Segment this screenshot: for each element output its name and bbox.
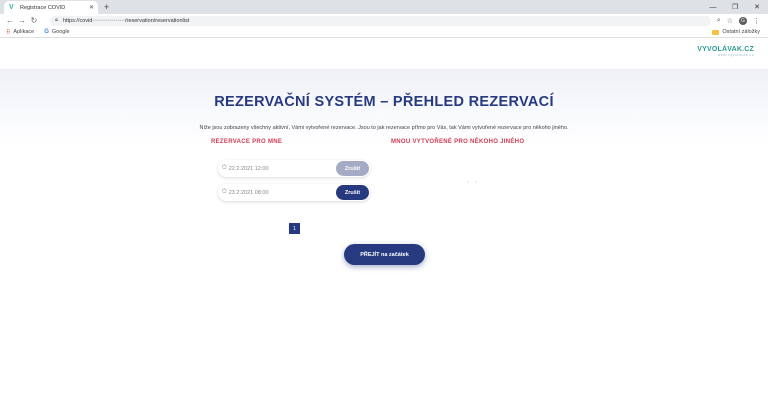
close-window-icon[interactable]: ✕ — [746, 0, 768, 14]
new-tab-icon[interactable]: + — [104, 2, 109, 12]
reservation-row: 🕓︎ 22.2.2021 12:00 Zrušit — [218, 160, 370, 177]
forward-arrow-icon[interactable]: → — [16, 16, 28, 25]
star-icon[interactable]: ☆ — [727, 17, 733, 25]
maximize-icon[interactable]: ❐ — [724, 0, 746, 14]
cancel-reservation-button[interactable]: Zrušit — [336, 161, 369, 176]
tab-title: Registrace COVID — [20, 4, 66, 11]
close-tab-icon[interactable]: ✕ — [89, 4, 94, 11]
go-to-start-button[interactable]: PŘEJÍT na začátek — [344, 244, 425, 265]
page-title: REZERVAČNÍ SYSTÉM – PŘEHLED REZERVACÍ — [214, 94, 554, 110]
site-favicon-icon: V — [9, 4, 14, 11]
window-controls: — ❐ ✕ — [702, 0, 768, 14]
cancel-reservation-button[interactable]: Zrušit — [336, 185, 369, 200]
clock-icon: 🕓︎ — [222, 189, 227, 195]
logo-text: VYVOLÁVAK.CZ — [697, 46, 754, 53]
loading-indicator: • • — [467, 179, 480, 184]
profile-avatar[interactable]: G — [739, 16, 747, 25]
others-reservations-heading: MNOU VYTVOŘENÉ PRO NĚKOHO JINÉHO — [391, 139, 525, 145]
google-icon: G — [44, 29, 49, 35]
url-hidden: ••••••••••••••••• — [92, 17, 126, 24]
browser-tab[interactable]: V Registrace COVID ✕ — [4, 1, 98, 14]
my-reservations-heading: REZERVACE PRO MNE — [211, 139, 283, 145]
back-arrow-icon[interactable]: ← — [4, 16, 16, 25]
browser-tabbar: V Registrace COVID ✕ + — ❐ ✕ — [0, 0, 768, 14]
other-bookmarks-label: Ostatní záložky — [722, 29, 760, 35]
url-prefix: https://covid — [62, 17, 93, 24]
clock-icon: 🕓︎ — [222, 165, 227, 171]
main-content: REZERVAČNÍ SYSTÉM – PŘEHLED REZERVACÍ Ní… — [0, 69, 768, 406]
browser-toolbar: ← → ↻ 🔒︎ https://covid•••••••••••••••••/… — [0, 14, 768, 27]
logo-subtext: www.vyvolavak.cz — [717, 53, 754, 57]
toolbar-actions: ⌕ ☆ G ⋮ — [717, 16, 760, 25]
bookmark-google[interactable]: G Google — [44, 29, 69, 35]
reservation-datetime: 23.2.2021 08:00 — [228, 189, 269, 196]
reload-icon[interactable]: ↻ — [28, 16, 40, 25]
zoom-icon[interactable]: ⌕ — [717, 17, 721, 25]
menu-dots-icon[interactable]: ⋮ — [753, 17, 760, 25]
reservation-datetime: 22.2.2021 12:00 — [228, 165, 269, 172]
address-bar[interactable]: 🔒︎ https://covid•••••••••••••••••/reserv… — [50, 15, 711, 26]
intro-text: Níže jsou zobrazeny všechny aktivní, Vám… — [199, 125, 569, 131]
bookmark-google-label: Google — [51, 29, 70, 35]
bookmarks-bar: ⠿ Aplikace G Google Ostatní záložky — [0, 27, 768, 38]
minimize-icon[interactable]: — — [702, 0, 724, 14]
other-bookmarks[interactable]: Ostatní záložky — [712, 29, 760, 35]
folder-icon — [712, 29, 720, 35]
apps-grid-icon: ⠿ — [6, 29, 11, 36]
url-suffix: /reservation/reservationlist — [125, 17, 190, 24]
lock-icon[interactable]: 🔒︎ — [55, 17, 58, 24]
bookmark-apps-label: Aplikace — [13, 29, 35, 35]
reservation-row: 🕓︎ 23.2.2021 08:00 Zrušit — [218, 184, 370, 201]
site-logo[interactable]: VYVOLÁVAK.CZ www.vyvolavak.cz — [697, 46, 754, 57]
pagination-page-1[interactable]: 1 — [289, 223, 300, 234]
site-header: VYVOLÁVAK.CZ www.vyvolavak.cz — [0, 38, 768, 69]
bookmark-apps[interactable]: ⠿ Aplikace — [6, 29, 34, 36]
url-text: https://covid•••••••••••••••••/reservati… — [63, 18, 189, 24]
